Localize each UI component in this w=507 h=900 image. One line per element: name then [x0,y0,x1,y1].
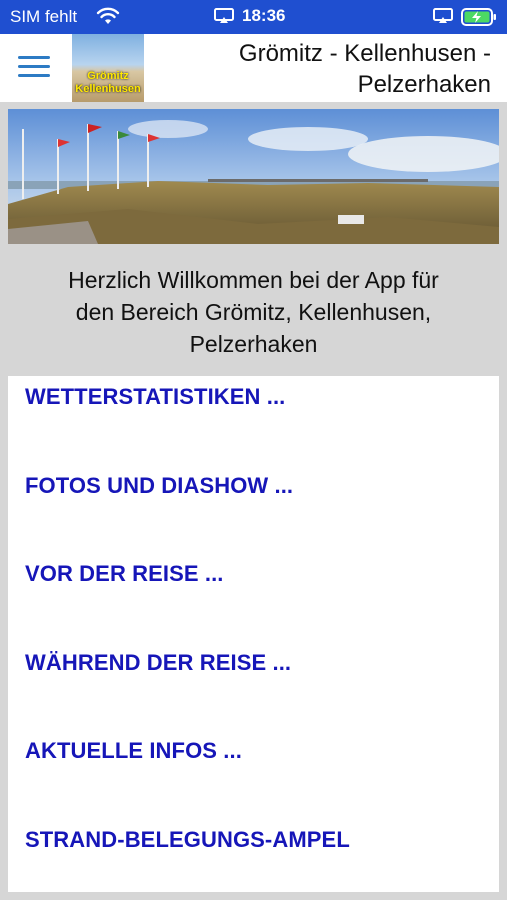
hamburger-menu-icon[interactable] [18,50,50,86]
menu-link-wetterstatistiken[interactable]: WETTERSTATISTIKEN ... [25,384,285,410]
status-center: 18:36 [214,6,285,26]
battery-charging-icon [461,8,496,26]
clock: 18:36 [242,6,286,25]
logo-text: Grömitz Kellenhusen [75,70,141,95]
beach-banner-image [8,109,499,244]
airplay-icon [433,8,453,23]
app-header: Grömitz Kellenhusen Grömitz - Kellenhuse… [0,34,507,102]
screen-mirroring-icon [214,8,234,23]
menu-link-fotos-und-diashow[interactable]: FOTOS UND DIASHOW ... [25,473,293,499]
main-menu: WETTERSTATISTIKEN ... FOTOS UND DIASHOW … [8,376,499,892]
menu-link-strand-belegungs-ampel[interactable]: STRAND-BELEGUNGS-AMPEL [25,827,350,853]
welcome-text: Herzlich Willkommen bei der App für den … [68,267,439,357]
menu-link-waehrend-der-reise[interactable]: WÄHREND DER REISE ... [25,650,291,676]
menu-link-vor-der-reise[interactable]: VOR DER REISE ... [25,561,224,587]
app-logo: Grömitz Kellenhusen [72,34,144,102]
menu-link-aktuelle-infos[interactable]: AKTUELLE INFOS ... [25,738,242,764]
page-title: Grömitz - Kellenhusen - Pelzerhaken [238,40,491,98]
carrier-label: SIM fehlt [10,7,78,26]
wifi-icon [96,7,120,24]
status-bar: SIM fehlt 18:36 [0,0,507,34]
